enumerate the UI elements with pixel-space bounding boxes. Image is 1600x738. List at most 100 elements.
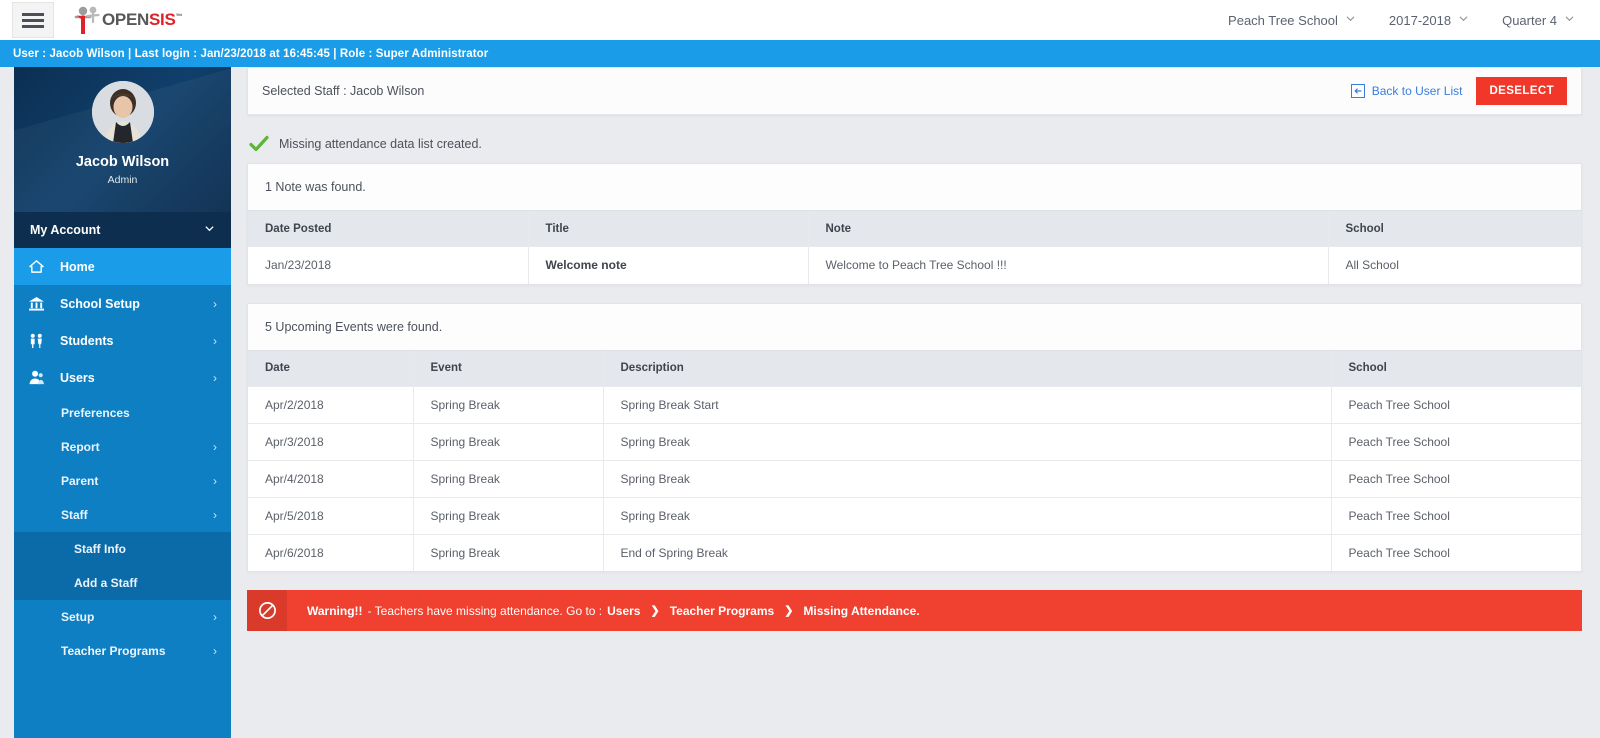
column-header-event: Event <box>412 349 603 386</box>
chevron-down-icon <box>204 223 215 237</box>
school-year-label: 2017-2018 <box>1388 12 1452 28</box>
users-icon <box>28 370 54 385</box>
profile-role: Admin <box>107 174 138 186</box>
warning-banner: Warning!! - Teachers have missing attend… <box>247 590 1582 631</box>
events-panel-heading: 5 Upcoming Events were found. <box>248 303 1581 350</box>
sidebar-item-students[interactable]: Students › <box>14 322 231 359</box>
sidebar-item-label: Users <box>60 370 95 385</box>
sidebar-item-teacher-programs[interactable]: Teacher Programs › <box>14 634 231 668</box>
warning-crumb-teacher-programs[interactable]: Teacher Programs <box>670 604 775 618</box>
chevron-right-icon: › <box>213 370 217 385</box>
chevron-right-icon: › <box>213 474 217 488</box>
cell-title: Welcome note <box>527 246 808 284</box>
cell-date-posted: Jan/23/2018 <box>248 246 528 284</box>
cell-date: Apr/6/2018 <box>248 533 413 571</box>
marking-period-selector[interactable]: Quarter 4 <box>1502 13 1574 28</box>
warning-text: Warning!! - Teachers have missing attend… <box>287 590 920 631</box>
cell-school: Peach Tree School <box>1330 422 1581 460</box>
notes-panel-heading: 1 Note was found. <box>248 164 1581 210</box>
hamburger-bar <box>22 12 44 16</box>
sidebar-subsubitem-label: Add a Staff <box>74 576 138 590</box>
sidebar-subitem-label: Setup <box>61 610 95 624</box>
chevron-right-icon: › <box>213 610 217 624</box>
profile-name: Jacob Wilson <box>75 154 170 170</box>
logo-wordmark: OPENSIS™ <box>102 10 182 30</box>
events-table: Date Event Description School Apr/2/2018… <box>248 349 1581 571</box>
table-row[interactable]: Apr/4/2018 Spring Break Spring Break Pea… <box>248 459 1581 497</box>
column-header-description: Description <box>602 349 1331 386</box>
cell-event: Spring Break <box>412 385 603 423</box>
table-row[interactable]: Apr/2/2018 Spring Break Spring Break Sta… <box>248 385 1581 423</box>
chevron-right-icon: › <box>213 296 217 311</box>
sidebar-item-staff-info[interactable]: Staff Info <box>14 532 231 566</box>
cell-description: Spring Break <box>602 422 1331 460</box>
cell-event: Spring Break <box>412 533 603 571</box>
logo-sis-text: SIS <box>148 10 176 29</box>
green-check-icon <box>249 135 269 153</box>
back-to-user-list-label: Back to User List <box>1371 84 1463 98</box>
app-logo[interactable]: OPENSIS™ <box>72 2 186 38</box>
top-bar: OPENSIS™ Peach Tree School 2017-2018 Qua… <box>0 0 1600 40</box>
sidebar-item-add-a-staff[interactable]: Add a Staff <box>14 566 231 600</box>
column-header-school: School <box>1327 210 1581 247</box>
chevron-right-icon: › <box>213 440 217 454</box>
chevron-down-icon <box>1459 14 1468 23</box>
column-header-note: Note <box>807 210 1328 247</box>
warning-crumb-missing-attendance[interactable]: Missing Attendance. <box>803 604 919 618</box>
chevron-right-icon: › <box>213 644 217 658</box>
table-row[interactable]: Jan/23/2018 Welcome note Welcome to Peac… <box>248 246 1581 284</box>
user-info-bar: User : Jacob Wilson | Last login : Jan/2… <box>0 40 1600 67</box>
sidebar-item-preferences[interactable]: Preferences <box>14 396 231 430</box>
back-to-user-list-link[interactable]: Back to User List <box>1350 84 1463 98</box>
school-year-selector[interactable]: 2017-2018 <box>1389 13 1468 28</box>
cell-date: Apr/4/2018 <box>248 459 413 497</box>
warning-crumb-users[interactable]: Users <box>607 604 640 618</box>
avatar[interactable] <box>91 81 154 143</box>
sidebar-item-label: School Setup <box>60 296 140 311</box>
hamburger-bar <box>22 18 44 22</box>
sidebar-my-account[interactable]: My Account <box>14 212 231 248</box>
sidebar-item-home[interactable]: Home <box>14 248 231 285</box>
table-header-row: Date Event Description School <box>248 349 1581 386</box>
status-notice: Missing attendance data list created. <box>247 135 1582 153</box>
students-icon <box>28 333 54 348</box>
cell-school: All School <box>1327 246 1581 284</box>
cell-description: Spring Break <box>602 459 1331 497</box>
table-row[interactable]: Apr/5/2018 Spring Break Spring Break Pea… <box>248 496 1581 534</box>
cell-event: Spring Break <box>412 422 603 460</box>
table-row[interactable]: Apr/6/2018 Spring Break End of Spring Br… <box>248 533 1581 571</box>
sidebar-item-report[interactable]: Report › <box>14 430 231 464</box>
school-selector[interactable]: Peach Tree School <box>1228 13 1355 28</box>
notes-table: Date Posted Title Note School Jan/23/201… <box>248 210 1581 284</box>
sidebar-item-staff[interactable]: Staff › <box>14 498 231 532</box>
sidebar-item-parent[interactable]: Parent › <box>14 464 231 498</box>
cell-date: Apr/3/2018 <box>248 422 413 460</box>
sidebar-item-setup[interactable]: Setup › <box>14 600 231 634</box>
sidebar-item-school-setup[interactable]: School Setup › <box>14 285 231 322</box>
staff-submenu: Staff Info Add a Staff <box>14 532 231 600</box>
arrow-left-boxed-icon <box>1350 84 1365 98</box>
hamburger-icon[interactable] <box>12 2 54 38</box>
page-layout: Jacob Wilson Admin My Account Home Schoo… <box>0 67 1600 738</box>
sidebar-subsubitem-label: Staff Info <box>74 542 126 556</box>
sidebar-subitem-label: Teacher Programs <box>61 644 166 658</box>
table-header-row: Date Posted Title Note School <box>248 210 1581 247</box>
cell-event: Spring Break <box>412 496 603 534</box>
top-right-selectors: Peach Tree School 2017-2018 Quarter 4 <box>1228 13 1600 28</box>
warning-message: - Teachers have missing attendance. Go t… <box>367 603 603 618</box>
sidebar-subitem-label: Staff <box>61 508 88 522</box>
column-header-title: Title <box>527 210 808 247</box>
cell-school: Peach Tree School <box>1330 459 1581 497</box>
sidebar-subitem-label: Report <box>61 440 100 454</box>
cell-date: Apr/5/2018 <box>248 496 413 534</box>
sidebar-item-label: Home <box>60 259 95 274</box>
table-row[interactable]: Apr/3/2018 Spring Break Spring Break Pea… <box>248 422 1581 460</box>
main-content: Selected Staff : Jacob Wilson Back to Us… <box>231 67 1600 738</box>
selected-staff-bar: Selected Staff : Jacob Wilson Back to Us… <box>247 67 1582 115</box>
cell-school: Peach Tree School <box>1330 385 1581 423</box>
marking-period-label: Quarter 4 <box>1502 12 1557 28</box>
deselect-button[interactable]: DESELECT <box>1476 77 1567 105</box>
chevron-right-icon: › <box>213 508 217 522</box>
sidebar-item-users[interactable]: Users › <box>14 359 231 396</box>
cell-description: End of Spring Break <box>602 533 1331 571</box>
